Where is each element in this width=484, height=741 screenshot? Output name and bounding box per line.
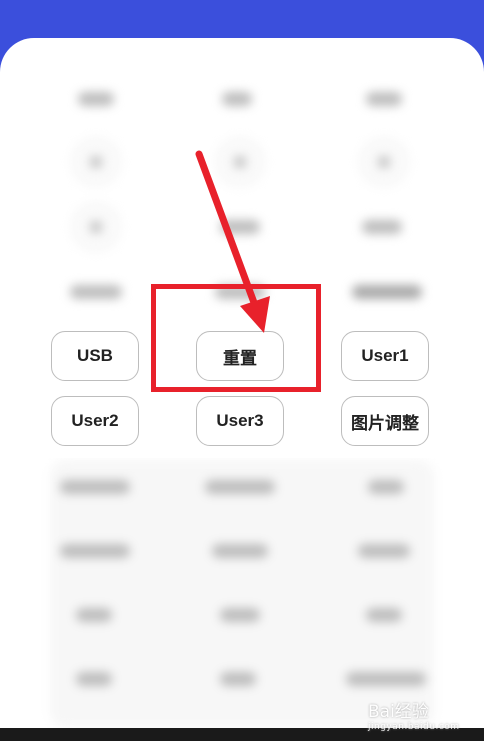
pointer-arrow-icon: [195, 150, 270, 333]
watermark-url: jingyan.baidu.com: [368, 722, 460, 732]
watermark-brand: Bai经验: [368, 702, 429, 722]
watermark: Bai经验 jingyan.baidu.com: [368, 697, 460, 732]
